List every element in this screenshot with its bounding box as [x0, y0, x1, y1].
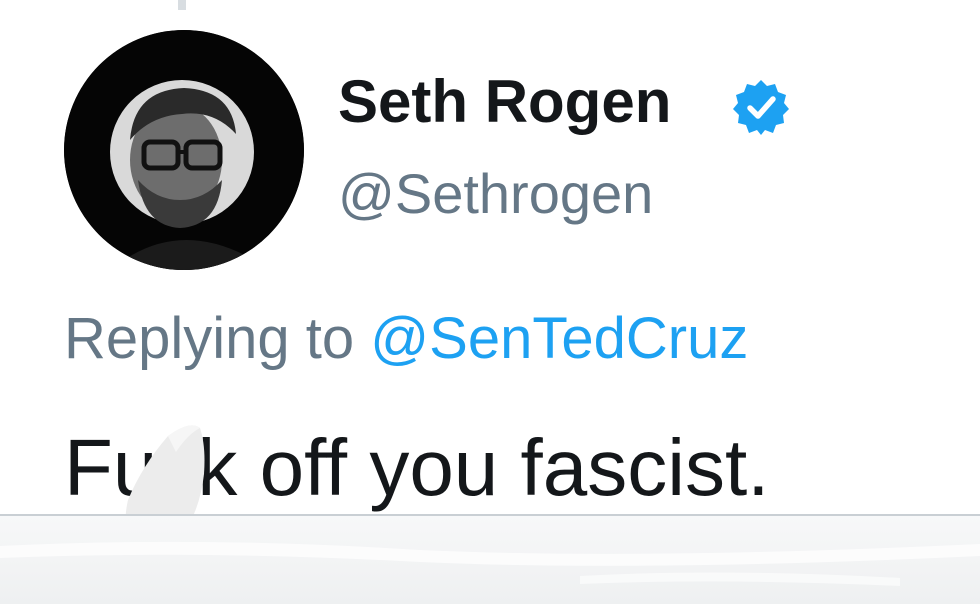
- top-divider-tick: [178, 0, 186, 10]
- verified-badge-icon: [733, 80, 789, 135]
- replying-to-line: Replying to @SenTedCruz: [64, 310, 748, 368]
- reply-target-link[interactable]: @SenTedCruz: [370, 306, 748, 371]
- bottom-band-texture: [0, 541, 980, 586]
- avatar-photo: [64, 30, 304, 270]
- author-display-name[interactable]: Seth Rogen: [338, 72, 671, 132]
- author-handle[interactable]: @Sethrogen: [338, 166, 653, 222]
- replying-to-label: Replying to: [64, 306, 371, 371]
- bottom-background-band: [0, 516, 980, 604]
- avatar[interactable]: [64, 30, 304, 270]
